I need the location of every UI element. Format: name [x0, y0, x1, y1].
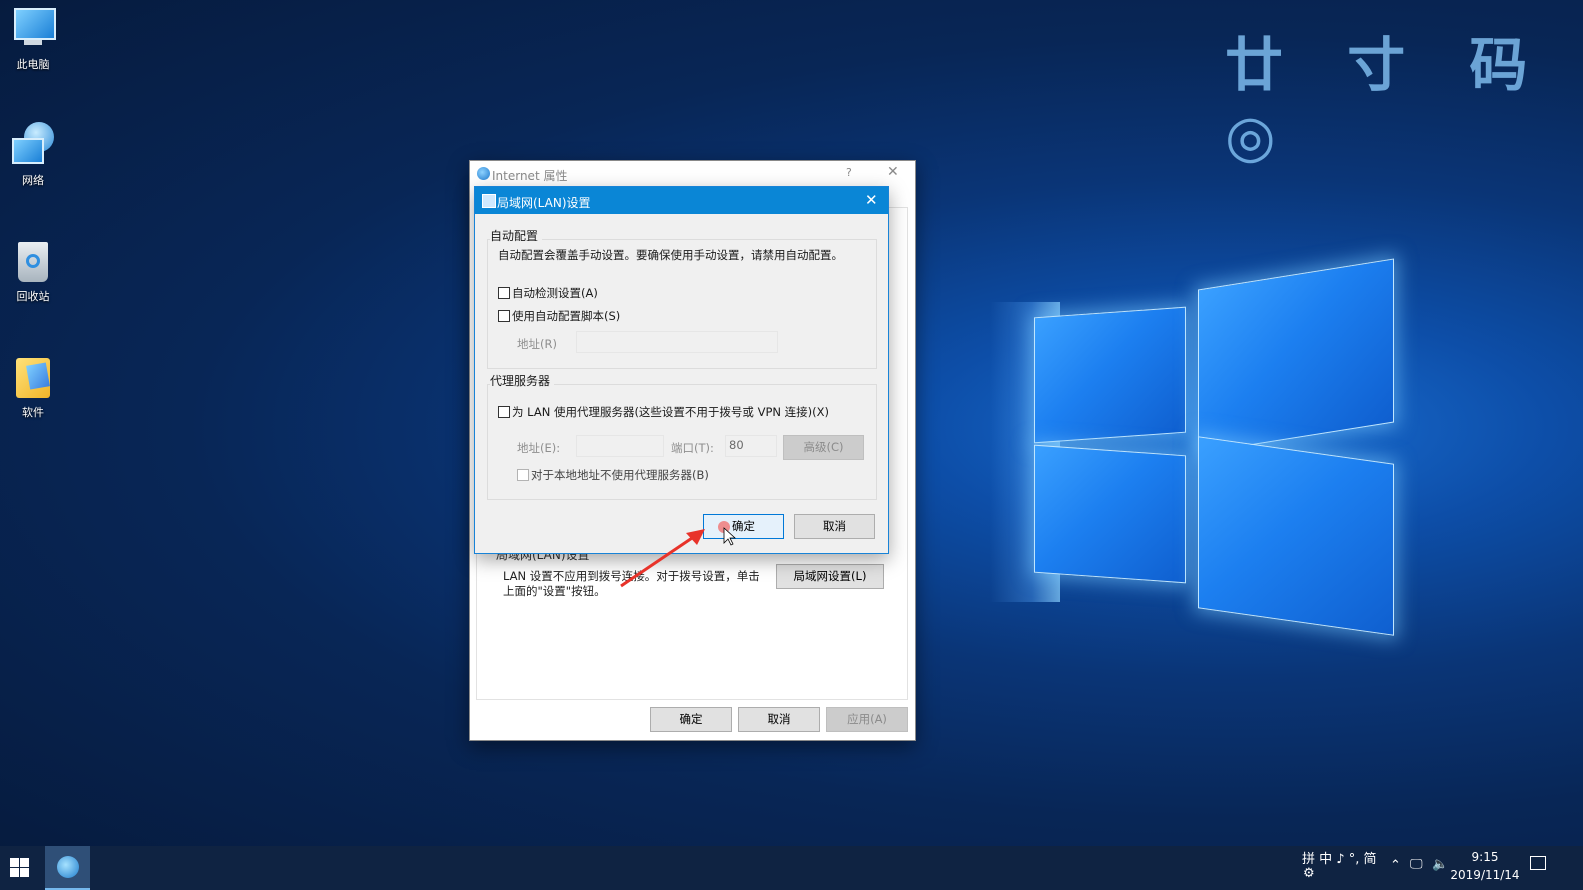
ime-settings-gear-icon[interactable]: ⚙ — [1303, 866, 1315, 881]
annotation-arrow-line — [620, 534, 696, 588]
internet-options-icon — [57, 856, 79, 878]
clock-time: 9:15 — [1471, 850, 1499, 864]
volume-icon[interactable]: 🔈 — [1432, 857, 1448, 872]
clock-date: 2019/11/14 — [1450, 868, 1520, 882]
taskbar-clock[interactable]: 9:15 2019/11/14 — [1450, 848, 1520, 884]
notification-center-icon[interactable] — [1530, 856, 1546, 870]
mouse-cursor-icon — [723, 527, 737, 546]
taskbar: 拼 中 ♪ °, 简 ⚙ ⌃ 🖵 🔈 9:15 2019/11/14 — [0, 846, 1583, 890]
network-icon[interactable]: 🖵 — [1410, 857, 1423, 872]
start-windows-icon — [10, 858, 19, 867]
chevron-up-icon[interactable]: ⌃ — [1390, 858, 1401, 873]
start-button[interactable] — [10, 858, 30, 878]
taskbar-internet-properties[interactable] — [45, 846, 90, 890]
annotation-overlay — [620, 521, 737, 588]
annotation-arrow-head-icon — [686, 529, 705, 545]
ime-indicator[interactable]: 拼 中 ♪ °, 简 — [1302, 848, 1376, 867]
